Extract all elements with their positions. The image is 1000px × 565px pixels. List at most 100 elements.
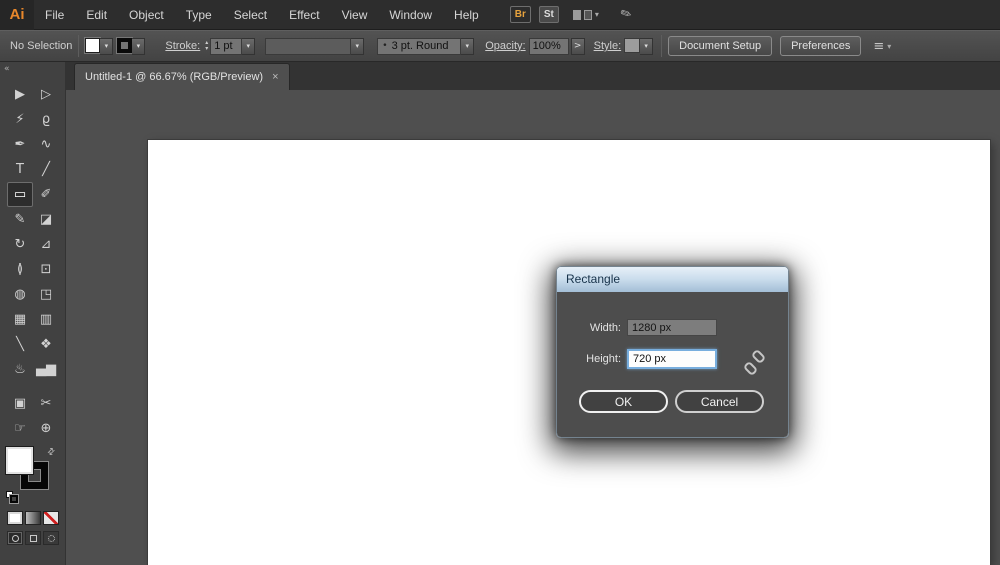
fill-stroke-indicator: ⇄ (6, 447, 60, 503)
shape-builder-tool[interactable]: ◍ (7, 282, 33, 307)
none-button[interactable] (43, 511, 59, 525)
tool-icon: ✒ (15, 137, 26, 152)
direct-selection-tool[interactable]: ▷ (33, 82, 59, 107)
paintbrush-tool[interactable]: ✐ (33, 182, 59, 207)
free-transform-tool[interactable]: ⊡ (33, 257, 59, 282)
eyedropper-tool[interactable]: ╲ (7, 332, 33, 357)
zoom-tool[interactable]: ⊕ (33, 416, 59, 441)
lasso-tool[interactable]: ϱ (33, 107, 59, 132)
tool-icon: ⊕ (41, 421, 52, 436)
align-options-button[interactable]: ≡ ▾ (873, 39, 891, 54)
tool-icon: ⊿ (41, 237, 52, 252)
brush-definition-field: • 3 pt. Round (377, 38, 461, 55)
tool-icon: ▥ (40, 312, 52, 327)
perspective-grid-tool[interactable]: ◳ (33, 282, 59, 307)
color-button[interactable] (7, 511, 23, 525)
column-graph-tool[interactable]: ▄▆ (33, 357, 59, 382)
height-input[interactable] (627, 349, 717, 369)
cancel-button[interactable]: Cancel (675, 390, 764, 413)
panel-collapse-button[interactable]: « (0, 62, 65, 75)
align-icon: ≡ (873, 39, 884, 54)
tool-icon: ❖ (40, 337, 52, 352)
document-setup-button[interactable]: Document Setup (668, 36, 772, 56)
width-row: Width: (579, 319, 788, 336)
dialog-title-bar[interactable]: Rectangle (557, 267, 788, 292)
chevron-down-icon: ▾ (351, 38, 364, 55)
stroke-panel-link[interactable]: Stroke: (165, 40, 200, 52)
menu-edit[interactable]: Edit (75, 0, 118, 30)
close-icon[interactable]: × (272, 71, 278, 83)
stock-button[interactable]: St (539, 6, 559, 23)
blend-tool[interactable]: ❖ (33, 332, 59, 357)
type-tool[interactable]: T (7, 157, 33, 182)
opacity-flyout-button[interactable]: > (571, 38, 585, 55)
draw-behind-button[interactable] (25, 531, 41, 545)
opacity-panel-link[interactable]: Opacity: (485, 40, 525, 52)
line-segment-tool[interactable]: ╱ (33, 157, 59, 182)
fill-color-picker[interactable]: ▾ (85, 38, 113, 55)
gradient-tool[interactable]: ▥ (33, 307, 59, 332)
brush-definition-value: 3 pt. Round (392, 40, 449, 52)
pencil-tool[interactable]: ✎ (7, 207, 33, 232)
symbol-sprayer-tool[interactable]: ♨ (7, 357, 33, 382)
width-input[interactable] (627, 319, 717, 336)
menu-effect[interactable]: Effect (278, 0, 330, 30)
default-fill-stroke-icon[interactable] (6, 491, 20, 503)
menu-window[interactable]: Window (378, 0, 443, 30)
magic-wand-tool[interactable]: ⚡ (7, 107, 33, 132)
hand-tool[interactable]: ☞ (7, 416, 33, 441)
canvas[interactable] (66, 90, 1000, 565)
feather-icon: ✎ (618, 5, 634, 23)
tool-icon: ✎ (15, 212, 26, 227)
pen-tool[interactable]: ✒ (7, 132, 33, 157)
menu-object[interactable]: Object (118, 0, 175, 30)
stroke-weight-combo: ▾ (210, 38, 255, 55)
scale-tool[interactable]: ⊿ (33, 232, 59, 257)
tool-icon: ♨ (14, 362, 26, 377)
ok-button[interactable]: OK (579, 390, 668, 413)
constrain-proportions-icon[interactable] (746, 350, 766, 378)
fill-color-swatch[interactable] (6, 447, 33, 474)
menu-file[interactable]: File (34, 0, 75, 30)
tool-icon: ≬ (17, 262, 23, 277)
width-tool[interactable]: ≬ (7, 257, 33, 282)
menu-help[interactable]: Help (443, 0, 490, 30)
tool-icon: ▷ (41, 87, 51, 102)
opacity-input[interactable] (529, 38, 569, 55)
step-down-icon: ▾ (205, 46, 208, 52)
stroke-weight-stepper[interactable]: ▴ ▾ (205, 40, 208, 52)
document-tab-bar: Untitled-1 @ 66.67% (RGB/Preview) × (66, 62, 1000, 90)
tool-icon: ╲ (16, 337, 24, 352)
rotate-tool[interactable]: ↻ (7, 232, 33, 257)
tool-grid: ▶ ▷ ⚡ ϱ ✒ ∿ (7, 82, 65, 441)
menu-select[interactable]: Select (223, 0, 278, 30)
arrange-documents-button[interactable]: ▾ (573, 10, 599, 20)
curvature-tool[interactable]: ∿ (33, 132, 59, 157)
selection-tool[interactable]: ▶ (7, 82, 33, 107)
brush-definition-combo[interactable]: • 3 pt. Round ▾ (377, 38, 474, 55)
draw-inside-button[interactable] (43, 531, 59, 545)
eraser-tool[interactable]: ◪ (33, 207, 59, 232)
mesh-tool[interactable]: ▦ (7, 307, 33, 332)
style-panel-link[interactable]: Style: (594, 40, 622, 52)
graphic-style-combo[interactable]: ▾ (624, 38, 653, 55)
chevron-down-icon: ▾ (100, 38, 113, 55)
stroke-color-picker[interactable]: ▾ (117, 38, 145, 55)
preferences-button[interactable]: Preferences (780, 36, 861, 56)
tool-icon: ✐ (41, 187, 52, 202)
gradient-button[interactable] (25, 511, 41, 525)
chevron-down-icon[interactable]: ▾ (242, 38, 255, 55)
bridge-button[interactable]: Br (510, 6, 531, 23)
artboard-tool[interactable]: ▣ (7, 391, 33, 416)
stroke-weight-input[interactable] (210, 38, 242, 55)
mini-stroke-icon (10, 495, 18, 503)
document-tab[interactable]: Untitled-1 @ 66.67% (RGB/Preview) × (74, 63, 290, 90)
chevron-down-icon: ▾ (595, 10, 599, 19)
rectangle-tool[interactable]: ▭ (7, 182, 33, 207)
draw-normal-button[interactable] (7, 531, 23, 545)
width-label: Width: (579, 322, 621, 334)
menu-type[interactable]: Type (175, 0, 223, 30)
menu-view[interactable]: View (331, 0, 379, 30)
slice-tool[interactable]: ✂ (33, 391, 59, 416)
swap-fill-stroke-icon[interactable]: ⇄ (46, 446, 58, 458)
